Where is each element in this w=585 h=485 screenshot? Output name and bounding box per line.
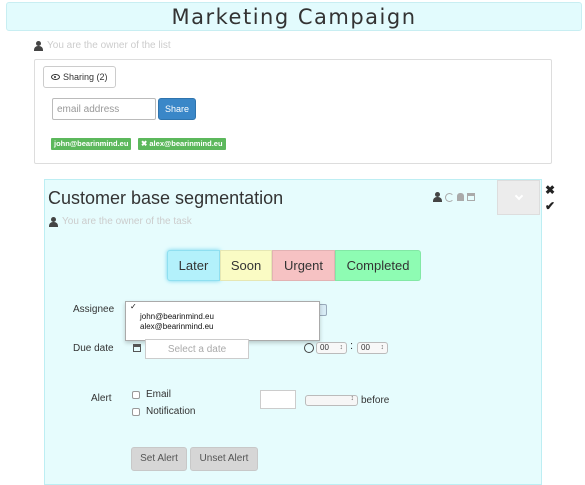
- list-title: Marketing Campaign: [171, 5, 417, 29]
- close-icon[interactable]: ✖: [545, 182, 555, 198]
- empty-option[interactable]: ✓: [126, 302, 319, 312]
- time-separator: :: [350, 340, 354, 352]
- task-side-actions: ✖ ✔: [545, 182, 555, 214]
- clock-icon: [304, 343, 314, 353]
- set-alert-button[interactable]: Set Alert: [131, 447, 187, 471]
- chevron-down-icon: [514, 191, 523, 201]
- task-toolbar: [433, 192, 475, 202]
- alert-unit-select[interactable]: [305, 395, 358, 406]
- calendar-icon[interactable]: [467, 193, 475, 201]
- shared-user-email: alex@bearinmind.eu: [149, 139, 223, 148]
- assignee-label: Assignee: [73, 304, 115, 315]
- bell-icon[interactable]: [457, 193, 464, 201]
- list-owner-text: You are the owner of the list: [47, 40, 171, 51]
- task-panel: Customer base segmentation You are the o…: [44, 179, 542, 485]
- share-button[interactable]: Share: [158, 98, 196, 120]
- sharing-tab[interactable]: Sharing (2): [43, 66, 116, 88]
- email-checkbox[interactable]: [132, 391, 140, 399]
- sharing-tab-label: Sharing (2): [63, 72, 108, 82]
- status-later-button[interactable]: Later: [167, 250, 220, 281]
- person-icon: [49, 216, 58, 227]
- status-soon-button[interactable]: Soon: [220, 250, 272, 281]
- alert-label: Alert: [91, 393, 112, 404]
- alert-amount-input[interactable]: [260, 390, 296, 409]
- remove-user-icon[interactable]: ✖: [141, 139, 147, 148]
- check-icon[interactable]: ✔: [545, 198, 555, 214]
- sharing-panel: Sharing (2) Share john@bearinmind.eu ✖ a…: [34, 59, 552, 164]
- assignee-option-alex[interactable]: alex@bearinmind.eu: [126, 322, 319, 332]
- shared-user-tag[interactable]: john@bearinmind.eu: [51, 138, 132, 150]
- list-owner-line: You are the owner of the list: [34, 40, 171, 51]
- notification-checkbox-label: Notification: [146, 406, 196, 417]
- assignee-dropdown[interactable]: ✓ john@bearinmind.eu alex@bearinmind.eu: [125, 301, 320, 341]
- person-icon: [34, 40, 43, 51]
- before-label: before: [361, 395, 390, 406]
- minute-select[interactable]: 00: [357, 342, 388, 354]
- email-address-input[interactable]: [52, 98, 156, 120]
- shared-user-tag-alex[interactable]: ✖ alex@bearinmind.eu: [138, 138, 226, 150]
- status-completed-button[interactable]: Completed: [335, 250, 421, 281]
- assignee-option-john[interactable]: john@bearinmind.eu: [126, 312, 319, 322]
- assign-user-icon[interactable]: [433, 192, 442, 202]
- status-button-group: Later Soon Urgent Completed: [167, 250, 421, 281]
- refresh-icon[interactable]: [445, 192, 454, 202]
- eye-icon: [51, 74, 60, 80]
- task-title[interactable]: Customer base segmentation: [48, 188, 283, 209]
- due-date-label: Due date: [73, 343, 114, 354]
- calendar-icon[interactable]: [133, 344, 141, 352]
- collapse-button[interactable]: [497, 180, 540, 215]
- due-date-input[interactable]: [145, 339, 249, 359]
- hour-select[interactable]: 00: [316, 342, 347, 354]
- task-owner-line: You are the owner of the task: [49, 216, 192, 227]
- task-owner-text: You are the owner of the task: [62, 216, 192, 227]
- unset-alert-button[interactable]: Unset Alert: [190, 447, 258, 471]
- email-checkbox-label: Email: [146, 389, 172, 400]
- list-title-bar: Marketing Campaign: [6, 2, 582, 31]
- notification-checkbox[interactable]: [132, 408, 140, 416]
- status-urgent-button[interactable]: Urgent: [272, 250, 335, 281]
